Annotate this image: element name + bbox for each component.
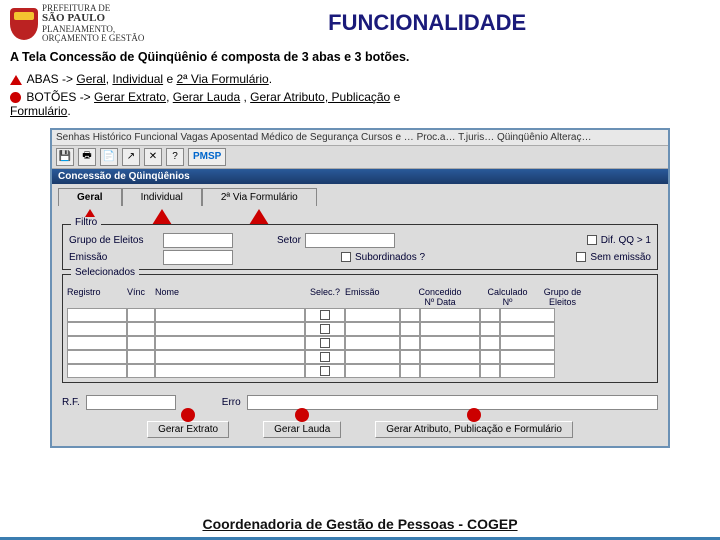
botoes-label: BOTÕES -> <box>26 90 90 104</box>
comma2: , <box>166 90 173 104</box>
comma3: , <box>240 90 250 104</box>
bot-extrato: Gerar Extrato <box>94 90 166 104</box>
export-icon[interactable]: ↗ <box>122 148 140 166</box>
lbl-sub: Subordinados ? <box>355 252 425 263</box>
inp-grupo[interactable] <box>163 233 233 248</box>
h-calc: Calculado <box>480 287 535 297</box>
sel-legend: Selecionados <box>71 267 139 278</box>
row-chk[interactable] <box>320 352 330 362</box>
h-selec: Selec.? <box>305 287 345 307</box>
bottom-row: R.F. Erro <box>52 387 668 418</box>
shield-icon <box>10 8 38 40</box>
btn-lauda-label: Gerar Lauda <box>274 424 330 435</box>
dot-icon <box>10 92 21 103</box>
abas-line: ABAS -> Geral, Individual e 2ª Via Formu… <box>10 72 710 86</box>
row-chk[interactable] <box>320 338 330 348</box>
btn-gerar-extrato[interactable]: Gerar Extrato <box>147 421 229 438</box>
e1: e <box>166 72 173 86</box>
dot-icon <box>467 408 481 422</box>
inp-erro <box>247 395 658 410</box>
triangle-icon <box>10 75 22 85</box>
btn-atributo-label: Gerar Atributo, Publicação e Formulário <box>386 424 562 435</box>
lbl-erro: Erro <box>222 397 241 408</box>
btn-gerar-lauda[interactable]: Gerar Lauda <box>263 421 341 438</box>
btn-extrato-label: Gerar Extrato <box>158 424 218 435</box>
abas-2via: 2ª Via Formulário <box>176 72 268 86</box>
inp-emissao[interactable] <box>163 250 233 265</box>
help-icon[interactable]: ? <box>166 148 184 166</box>
pmsp-button[interactable]: PMSP <box>188 148 226 166</box>
row-chk[interactable] <box>320 324 330 334</box>
e2: e <box>394 90 401 104</box>
chk-dif[interactable] <box>587 235 597 245</box>
data-grid[interactable] <box>67 308 653 378</box>
lbl-grupo: Grupo de Eleitos <box>69 235 159 246</box>
bot-lauda: Gerar Lauda <box>173 90 240 104</box>
abas-individual: Individual <box>112 72 163 86</box>
dot-icon <box>295 408 309 422</box>
lbl-rf: R.F. <box>62 397 80 408</box>
grid-headers: Registro Vínc Nome Selec.? Emissão Conce… <box>67 287 653 307</box>
bot-atributo: Gerar Atributo, Publicação <box>250 90 390 104</box>
save-icon[interactable]: 💾 <box>56 148 74 166</box>
chk-sem[interactable] <box>576 252 586 262</box>
h-grupo2: Eleitos <box>535 297 590 307</box>
row-chk[interactable] <box>320 310 330 320</box>
botoes-line: BOTÕES -> Gerar Extrato, Gerar Lauda , G… <box>10 90 710 118</box>
lbl-emissao: Emissão <box>69 252 159 263</box>
h-nome: Nome <box>155 287 305 307</box>
chk-sub[interactable] <box>341 252 351 262</box>
row-chk[interactable] <box>320 366 330 376</box>
filter-group: Filtro Grupo de Eleitos Setor Dif. QQ > … <box>62 224 658 270</box>
tab-geral-label: Geral <box>77 192 103 203</box>
abas-geral: Geral <box>76 72 105 86</box>
triangle-icon <box>249 209 269 225</box>
slide-header: PREFEITURA DE SÃO PAULO PLANEJAMENTO, OR… <box>0 0 720 44</box>
selecionados-group: Selecionados Registro Vínc Nome Selec.? … <box>62 274 658 383</box>
tab-2via-label: 2ª Via Formulário <box>221 192 298 203</box>
lbl-setor: Setor <box>277 235 301 246</box>
menubar[interactable]: Senhas Histórico Funcional Vagas Aposent… <box>52 130 668 146</box>
h-reg: Registro <box>67 287 127 307</box>
lbl-sem: Sem emissão <box>590 252 651 263</box>
footer-text: Coordenadoria de Gestão de Pessoas - COG… <box>0 516 720 532</box>
abas-label: ABAS -> <box>27 72 73 86</box>
button-row: Gerar Extrato Gerar Lauda Gerar Atributo… <box>52 417 668 442</box>
h-emis: Emissão <box>345 287 400 307</box>
h-vinc: Vínc <box>127 287 155 307</box>
tab-geral[interactable]: Geral <box>58 188 122 206</box>
tab-individual-label: Individual <box>141 192 183 203</box>
page-title: FUNCIONALIDADE <box>144 4 710 36</box>
h-conc: Concedido <box>400 287 480 297</box>
tab-2via[interactable]: 2ª Via Formulário <box>202 188 317 206</box>
logo-line4: ORÇAMENTO E GESTÃO <box>42 34 144 43</box>
tab-strip: Geral Individual 2ª Via Formulário <box>52 184 668 206</box>
inp-rf[interactable] <box>86 395 176 410</box>
copy-icon[interactable]: 📄 <box>100 148 118 166</box>
btn-gerar-atributo[interactable]: Gerar Atributo, Publicação e Formulário <box>375 421 573 438</box>
print-icon[interactable]: 🖶 <box>78 148 96 166</box>
dot-icon <box>181 408 195 422</box>
h-conc2: Nº Data <box>400 297 480 307</box>
filter-legend: Filtro <box>71 217 101 228</box>
bot-formulario: Formulário <box>10 104 67 118</box>
h-calc2: Nº <box>480 297 535 307</box>
intro-text: A Tela Concessão de Qüinqüênio é compost… <box>10 50 710 64</box>
lbl-dif: Dif. QQ > 1 <box>601 235 651 246</box>
app-window: Senhas Histórico Funcional Vagas Aposent… <box>50 128 670 448</box>
toolbar: 💾 🖶 📄 ↗ ✕ ? PMSP <box>52 146 668 169</box>
inp-setor[interactable] <box>305 233 395 248</box>
triangle-icon <box>152 209 172 225</box>
dot1: . <box>269 72 272 86</box>
window-titlebar: Concessão de Qüinqüênios <box>52 169 668 184</box>
clear-icon[interactable]: ✕ <box>144 148 162 166</box>
h-grupo: Grupo de <box>535 287 590 297</box>
prefecture-logo: PREFEITURA DE SÃO PAULO PLANEJAMENTO, OR… <box>10 4 144 44</box>
dot2: . <box>67 104 70 118</box>
tab-individual[interactable]: Individual <box>122 188 202 206</box>
